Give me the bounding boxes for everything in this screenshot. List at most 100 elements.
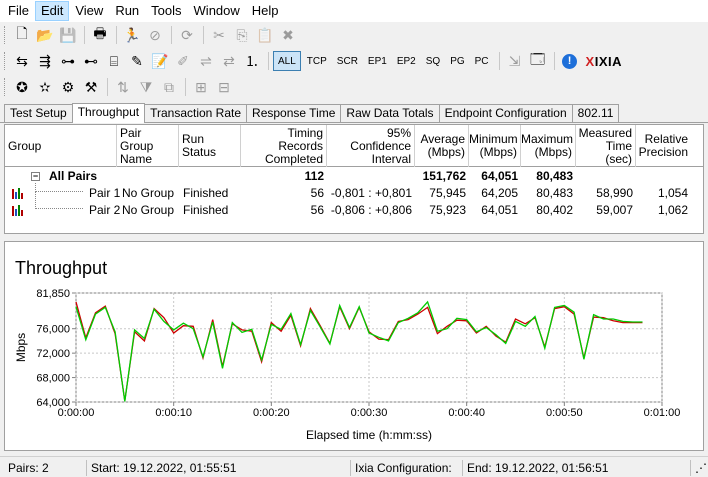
menu-view[interactable]: View [69,1,109,21]
window-icon[interactable]: 🗔 [527,51,549,71]
wizard-icon[interactable]: ✪ [11,77,33,97]
new-file-icon[interactable]: 🗋 [11,25,33,45]
table-row-all-pairs[interactable]: − All Pairs 112 151,762 64,051 80,483 [5,168,703,185]
timing-value: 56 [310,186,324,200]
table-row[interactable]: Pair 2 No Group Finished 56 -0,806 : +0,806 7… [5,202,703,219]
group-icon[interactable]: ⧉ [158,77,180,97]
tab-endpoint-configuration[interactable]: Endpoint Configuration [438,104,573,122]
header-label: Maximum (Mbps) [521,132,574,159]
menu-window[interactable]: Window [188,1,246,21]
col-run-status[interactable]: Run Status [179,125,241,167]
menu-tools[interactable]: Tools [145,1,187,21]
add-pair-icon[interactable]: ⇆ [11,51,33,71]
script-icon[interactable]: 📝 [149,51,171,71]
pair-name: Pair 1 [89,186,121,200]
toolbar-grip[interactable] [4,26,7,44]
confidence-value: -0,806 : +0,806 [330,203,412,217]
tab-test-setup[interactable]: Test Setup [4,104,73,122]
toolbar-grip[interactable] [4,78,7,96]
ixia-logo: XIXIA [585,53,623,69]
pair-copy-icon[interactable]: ⇄ [218,51,240,71]
filter-all-button[interactable]: ALL [273,51,301,71]
collapse-icon[interactable]: ⊟ [213,77,235,97]
minimum-value: 64,051 [481,169,518,183]
status-end: End: 19.12.2022, 01:56:51 [462,460,608,476]
maximum-value: 80,483 [536,169,573,183]
save-icon[interactable]: 💾 [57,25,79,45]
menu-run[interactable]: Run [109,1,145,21]
print-icon[interactable]: 🖶 [89,25,111,45]
y-tick-label: 72,000 [36,348,70,360]
filter-ep1-button[interactable]: EP1 [364,51,391,71]
filter-tcp-button[interactable]: TCP [303,51,331,71]
tab-raw-data-totals[interactable]: Raw Data Totals [340,104,440,122]
paste-icon[interactable]: 📋 [254,25,276,45]
minimum-value: 64,051 [481,203,518,217]
run-icon[interactable]: 🏃 [121,25,143,45]
collapse-toggle-icon[interactable]: − [31,172,40,181]
endpoint-icon[interactable]: ⌸ [103,51,125,71]
script-edit-icon[interactable]: ✐ [172,51,194,71]
col-timing[interactable]: Timing Records Completed [241,125,327,167]
header-label: Measured Time (sec) [578,125,632,166]
filter-scr-button[interactable]: SCR [333,51,362,71]
filter-sq-button[interactable]: SQ [422,51,444,71]
stop-icon[interactable]: ⊘ [144,25,166,45]
numbered-list-icon[interactable]: ⒈ [241,51,263,71]
tool-icon[interactable]: ⚒ [80,77,102,97]
tab-throughput[interactable]: Throughput [71,103,146,123]
delete-icon[interactable]: ✖ [277,25,299,45]
menu-bar: File Edit View Run Tools Window Help [0,0,708,22]
col-average[interactable]: Average (Mbps) [415,125,469,167]
col-group[interactable]: Group [5,125,117,167]
menu-file[interactable]: File [2,1,35,21]
filter-pg-button[interactable]: PG [446,51,468,71]
traffic-icon[interactable]: ⚙ [57,77,79,97]
y-tick-label: 68,000 [36,373,70,385]
header-label: Pair Group Name [120,125,154,166]
toolbar-tools: ✪ ✫ ⚙ ⚒ ⇅ ⧩ ⧉ ⊞ ⊟ [0,74,708,100]
throughput-chart: Throughput 64,000 68,000 72,000 76,000 81,850… [4,241,704,451]
wizard-2-icon[interactable]: ✫ [34,77,56,97]
status-bar: Pairs: 2 Start: 19.12.2022, 01:55:51 Ixi… [0,456,708,477]
x-tick-label: 0:00:50 [546,407,583,419]
network-icon[interactable]: ⊶ [57,51,79,71]
tab-transaction-rate[interactable]: Transaction Rate [144,104,248,122]
expand-icon[interactable]: ⊞ [190,77,212,97]
col-confidence[interactable]: 95% Confidence Interval [327,125,415,167]
sort-icon[interactable]: ⇅ [112,77,134,97]
cut-icon[interactable]: ✂ [208,25,230,45]
menu-help[interactable]: Help [246,1,285,21]
filter-pc-button[interactable]: PC [471,51,493,71]
tab-response-time[interactable]: Response Time [246,104,342,122]
filter-icon[interactable]: ⧩ [135,77,157,97]
toolbar-separator [185,78,186,96]
col-pair-group[interactable]: Pair Group Name [117,125,179,167]
export-icon[interactable]: ⇲ [504,51,526,71]
header-label: Timing Records Completed [264,125,323,166]
toolbar-separator [171,26,172,44]
network-split-icon[interactable]: ⊷ [80,51,102,71]
tab-802-11[interactable]: 802.11 [571,104,620,122]
col-measured[interactable]: Measured Time (sec) [576,125,636,167]
filter-ep2-button[interactable]: EP2 [393,51,420,71]
info-icon[interactable]: ! [559,51,581,71]
average-value: 151,762 [422,169,466,183]
col-maximum[interactable]: Maximum (Mbps) [521,125,576,167]
open-folder-icon[interactable]: 📂 [34,25,56,45]
copy-icon[interactable]: ⎘ [231,25,253,45]
resize-grip-icon[interactable]: ⋰ [690,460,708,476]
col-relative[interactable]: Relative Precision [636,125,691,167]
toolbar-separator [498,52,500,70]
header-label: Run Status [182,132,217,159]
pair-edit-icon[interactable]: ⇌ [195,51,217,71]
refresh-icon[interactable]: ⟳ [176,25,198,45]
toolbar-grip[interactable] [4,52,7,70]
add-multicast-icon[interactable]: ⇶ [34,51,56,71]
table-row[interactable]: Pair 1 No Group Finished 56 -0,801 : +0,801 7… [5,185,703,202]
col-minimum[interactable]: Minimum (Mbps) [469,125,521,167]
edit-icon[interactable]: ✎ [126,51,148,71]
menu-edit[interactable]: Edit [34,1,70,21]
confidence-value: -0,801 : +0,801 [330,186,412,200]
status-start: Start: 19.12.2022, 01:55:51 [86,460,236,476]
